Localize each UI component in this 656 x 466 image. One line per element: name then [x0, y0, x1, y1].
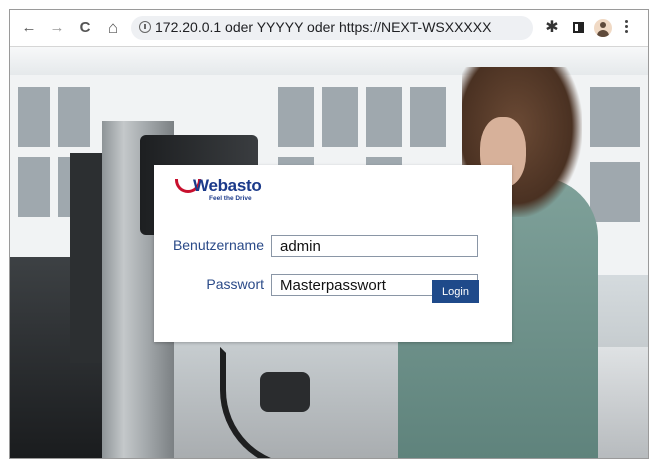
url-text[interactable]: 172.20.0.1 oder YYYYY oder https://NEXT-…	[155, 19, 491, 35]
address-bar[interactable]: 172.20.0.1 oder YYYYY oder https://NEXT-…	[131, 16, 533, 40]
extensions-icon[interactable]: ✱	[543, 19, 561, 37]
side-panel-icon[interactable]	[573, 22, 584, 33]
username-label: Benutzername	[172, 237, 264, 253]
browser-window: ← → C ⌂ 172.20.0.1 oder YYYYY oder https…	[9, 9, 649, 459]
brand-name: Webasto	[193, 176, 262, 195]
browser-menu-icon[interactable]	[625, 20, 629, 35]
login-dialog: Webasto Feel the Drive Benutzername Pass…	[154, 165, 512, 342]
brand-tagline: Feel the Drive	[209, 195, 252, 202]
password-label: Passwort	[206, 276, 264, 292]
forward-icon[interactable]: →	[48, 19, 66, 37]
login-button[interactable]: Login	[432, 280, 479, 303]
back-icon[interactable]: ←	[20, 19, 38, 37]
profile-avatar-icon[interactable]	[594, 19, 612, 37]
site-info-icon[interactable]	[139, 21, 151, 33]
username-field-box[interactable]	[271, 235, 478, 257]
reload-icon[interactable]: C	[76, 19, 94, 37]
browser-toolbar: ← → C ⌂ 172.20.0.1 oder YYYYY oder https…	[10, 10, 648, 47]
username-field[interactable]	[272, 236, 477, 256]
home-icon[interactable]: ⌂	[104, 19, 122, 37]
